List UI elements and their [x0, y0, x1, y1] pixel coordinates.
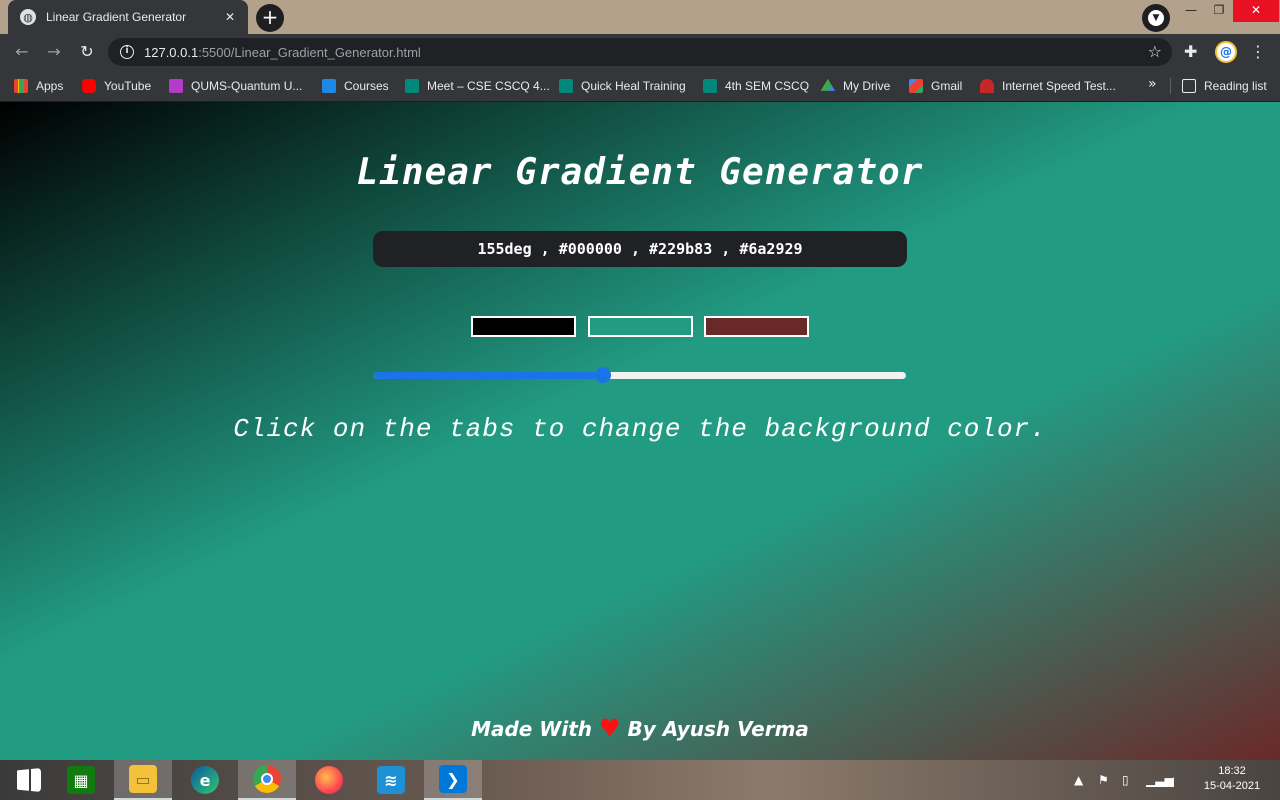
- bookmarks-divider: [1170, 78, 1171, 94]
- color-picker-3[interactable]: [704, 316, 809, 337]
- address-bar[interactable]: i 127.0.0.1:5500/Linear_Gradient_Generat…: [108, 38, 1172, 66]
- volume-icon[interactable]: 🔈︎: [1170, 760, 1177, 800]
- qums-icon: [169, 79, 183, 93]
- heart-icon: ♥: [599, 714, 621, 742]
- more-bookmarks-icon[interactable]: »: [1148, 76, 1157, 92]
- meet-icon: [559, 79, 573, 93]
- speedometer-icon: [980, 79, 994, 93]
- profile-avatar[interactable]: @: [1215, 41, 1237, 63]
- url-host: 127.0.0.1: [144, 44, 199, 60]
- battery-icon[interactable]: ▯: [1122, 760, 1129, 800]
- taskbar-store[interactable]: ▦: [52, 760, 110, 800]
- back-button[interactable]: ←: [10, 40, 34, 64]
- taskbar-vscode[interactable]: ❯: [424, 760, 482, 800]
- window-close-button[interactable]: ✕: [1233, 0, 1279, 22]
- taskbar-edge[interactable]: e: [176, 760, 234, 800]
- info-icon[interactable]: i: [120, 45, 134, 59]
- page-title: Linear Gradient Generator: [356, 152, 924, 193]
- bookmark-qums[interactable]: QUMS-Quantum U...: [169, 76, 302, 96]
- browser-tab[interactable]: ◍ Linear Gradient Generator ✕: [8, 0, 248, 34]
- instruction-text: Click on the tabs to change the backgrou…: [233, 414, 1047, 444]
- slider-thumb[interactable]: [594, 367, 611, 383]
- reload-button[interactable]: ↻: [75, 40, 99, 64]
- tab-title: Linear Gradient Generator: [46, 10, 187, 24]
- windows-icon: [17, 768, 41, 792]
- taskbar-firefox[interactable]: [300, 760, 358, 800]
- chrome-center-dot: [261, 773, 273, 785]
- drive-icon: [821, 79, 835, 91]
- gmail-icon: [909, 79, 923, 93]
- bookmark-courses[interactable]: Courses: [322, 76, 389, 96]
- reading-list-button[interactable]: Reading list: [1182, 76, 1267, 96]
- action-center-flag-icon[interactable]: ⚑: [1098, 760, 1109, 800]
- bookmark-4th-sem[interactable]: 4th SEM CSCQ: [703, 76, 809, 96]
- bookmark-meet[interactable]: Meet – CSE CSCQ 4...: [405, 76, 550, 96]
- taskbar-wifi-app[interactable]: ≋: [362, 760, 420, 800]
- bookmark-apps[interactable]: Apps: [14, 76, 63, 96]
- firefox-icon: [315, 766, 343, 794]
- classroom-icon: [322, 79, 336, 93]
- chrome-icon: [253, 765, 281, 793]
- tab-strip: ◍ Linear Gradient Generator ✕ + ▼ — ❐ ✕: [0, 0, 1280, 34]
- bookmark-quick-heal[interactable]: Quick Heal Training: [559, 76, 686, 96]
- taskbar-file-explorer[interactable]: ▭: [114, 760, 172, 800]
- gradient-page: Linear Gradient Generator 155deg , #0000…: [0, 102, 1280, 760]
- bookmark-my-drive[interactable]: My Drive: [821, 76, 890, 96]
- store-icon: ▦: [67, 766, 95, 794]
- vscode-icon: ❯: [439, 765, 467, 793]
- browser-toolbar: ← → ↻ i 127.0.0.1:5500/Linear_Gradient_G…: [0, 34, 1280, 70]
- gradient-css-output: 155deg , #000000 , #229b83 , #6a2929: [373, 231, 907, 267]
- forward-button[interactable]: →: [42, 40, 66, 64]
- url-text: 127.0.0.1:5500/Linear_Gradient_Generator…: [144, 45, 421, 60]
- new-tab-button[interactable]: +: [256, 4, 284, 32]
- clock-time: 18:32: [1218, 765, 1246, 777]
- tray-chevron-up-icon[interactable]: ▲: [1074, 760, 1083, 800]
- start-button[interactable]: [0, 760, 58, 800]
- apps-grid-icon: [14, 79, 28, 93]
- meet-icon: [703, 79, 717, 93]
- slider-fill: [374, 372, 603, 379]
- footer-credit: Made With ♥ By Ayush Verma: [0, 714, 1280, 742]
- taskbar: ▦ ▭ e ≋ ❯ ▲ ⚑ ▯ ▁▃▅ 🔈︎ 18:32 15-04-2021: [0, 760, 1280, 800]
- bookmark-star-icon[interactable]: ☆: [1148, 42, 1162, 61]
- color-picker-1[interactable]: [471, 316, 576, 337]
- folder-icon: ▭: [129, 765, 157, 793]
- url-path: :5500/Linear_Gradient_Generator.html: [198, 44, 421, 60]
- taskbar-clock[interactable]: 18:32 15-04-2021: [1196, 764, 1268, 794]
- close-icon[interactable]: ✕: [222, 10, 238, 24]
- taskbar-chrome[interactable]: [238, 760, 296, 800]
- bookmarks-bar: Apps YouTube QUMS-Quantum U... Courses M…: [0, 70, 1280, 102]
- color-picker-2[interactable]: [588, 316, 693, 337]
- reading-list-icon: [1182, 79, 1196, 93]
- extensions-icon[interactable]: ✚: [1184, 42, 1197, 61]
- bookmark-youtube[interactable]: YouTube: [82, 76, 151, 96]
- bookmark-speed-test[interactable]: Internet Speed Test...: [980, 76, 1116, 96]
- more-menu-icon[interactable]: ⋮: [1250, 42, 1266, 61]
- tab-search-button[interactable]: ▼: [1142, 4, 1170, 32]
- bookmark-gmail[interactable]: Gmail: [909, 76, 962, 96]
- wifi-icon: ≋: [377, 766, 405, 794]
- chevron-down-icon: ▼: [1148, 10, 1164, 26]
- clock-date: 15-04-2021: [1203, 780, 1261, 792]
- youtube-icon: [82, 79, 96, 93]
- edge-icon: e: [191, 766, 219, 794]
- globe-icon: ◍: [20, 9, 36, 25]
- footer-made-with: Made With: [471, 717, 593, 741]
- footer-author: By Ayush Verma: [627, 717, 809, 741]
- angle-slider[interactable]: [374, 367, 906, 383]
- meet-icon: [405, 79, 419, 93]
